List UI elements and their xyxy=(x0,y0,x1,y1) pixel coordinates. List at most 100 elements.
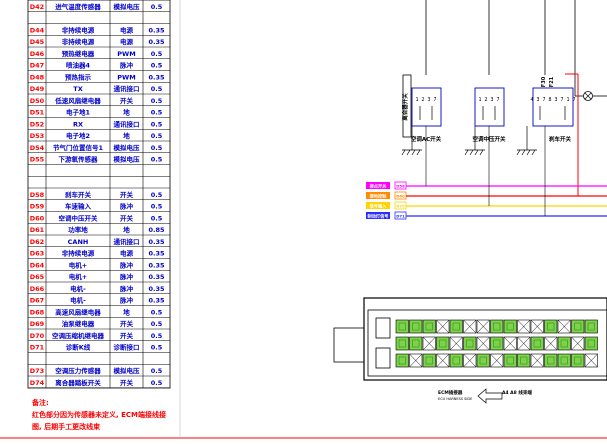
pin-function: 高速风扇继电器 xyxy=(55,307,101,316)
signal-pin-label: D60 xyxy=(396,194,405,199)
pin-signal-type: 脉冲 xyxy=(119,61,134,70)
connector-cavity xyxy=(395,353,409,368)
pin-id: D61 xyxy=(30,226,45,234)
connector-caption: ECM插接器 xyxy=(438,389,463,396)
pin-wire-size: 0.5 xyxy=(151,144,163,152)
pin-signal-type: 模拟电压 xyxy=(114,2,141,11)
pin-id: D66 xyxy=(30,285,45,293)
pin-function: 离合器踏板开关 xyxy=(55,378,101,387)
pin-id: D62 xyxy=(30,238,44,246)
pin-function: 下游氧传感器 xyxy=(59,155,99,164)
notes-line-2: 图, 后期手工更改线束 xyxy=(32,422,101,431)
pin-id: D65 xyxy=(30,273,45,281)
connector-cavity xyxy=(395,319,409,334)
pin-signal-type: PWM xyxy=(117,50,135,58)
pin-id: D63 xyxy=(30,250,44,258)
pin-signal-type: 地 xyxy=(123,108,130,117)
pin-signal-type: 通讯接口 xyxy=(114,119,140,128)
pin-signal-type: 开关 xyxy=(120,331,134,340)
wiring-diagram: D42 进气温度传感器 模拟电压 0.5D44 非持续电源 电源 0.35D45 非持续电源电… xyxy=(0,0,607,439)
pin-wire-size: 0.5 xyxy=(151,367,163,375)
pin-function: 预热继电器 xyxy=(62,49,95,58)
pin-id: D69 xyxy=(30,320,45,328)
pin-wire-size: 0.5 xyxy=(151,308,163,316)
pin-function: 空调中压开关 xyxy=(59,213,99,222)
pin-signal-type: 开关 xyxy=(120,319,134,328)
pin-wire-size: 0.5 xyxy=(151,3,163,11)
pin-signal-type: 开关 xyxy=(120,213,134,222)
connector-cavity xyxy=(584,336,598,351)
pin-wire-size: 0.85 xyxy=(148,226,165,234)
fuse-tag: F21 xyxy=(549,76,555,87)
connector-cavity xyxy=(395,336,409,351)
connector-caption-right: A4 A8 线束端 xyxy=(502,389,532,396)
ac-midpressure-switch: 1 2 3 7 空调中压开关 xyxy=(464,87,506,156)
pin-id: D58 xyxy=(30,191,45,199)
pin-id: D70 xyxy=(30,332,45,340)
switch-label: 刹车开关 xyxy=(549,135,572,143)
connector-cavity xyxy=(449,319,463,334)
pin-wire-size: 0.35 xyxy=(148,250,165,258)
pin-id: D50 xyxy=(30,97,45,105)
pin-id: D54 xyxy=(30,144,45,152)
pin-id: D53 xyxy=(30,132,44,140)
pin-wire-size: 0.35 xyxy=(148,238,165,246)
pin-signal-type: 通讯接口 xyxy=(114,84,140,93)
pin-function: 空调压力传感器 xyxy=(55,366,101,375)
connector-cavity xyxy=(584,319,598,334)
pin-signal-type: 开关 xyxy=(120,190,134,199)
pin-signal-type: 脉冲 xyxy=(119,260,134,269)
connector-cavity xyxy=(571,319,585,334)
pin-function: 低速风扇继电器 xyxy=(54,96,101,105)
connector-cavity xyxy=(409,336,423,351)
pin-function: 非持续电源 xyxy=(62,249,95,258)
ground-symbol xyxy=(401,149,422,156)
brake-switch: F30 F21 4 3 7 8 3 7 1 7 刹车开关 xyxy=(516,0,607,196)
switch-pins: 4 3 7 8 3 7 1 7 xyxy=(530,97,575,103)
pin-wire-size: 0.35 xyxy=(148,261,165,269)
pin-wire-size: 0.35 xyxy=(148,297,165,305)
pin-wire-size: 0.5 xyxy=(151,132,163,140)
pin-id: D51 xyxy=(30,109,45,117)
pin-function: 车速输入 xyxy=(65,202,92,211)
connector-cavity xyxy=(490,336,504,351)
pin-function: TX xyxy=(73,85,82,93)
pin-signal-type: 脉冲 xyxy=(119,202,134,211)
pin-table: D42 进气温度传感器 模拟电压 0.5D44 非持续电源 电源 0.35D45 非持续电源电… xyxy=(27,0,171,389)
switch-box xyxy=(532,87,574,127)
pin-function: 预热指示 xyxy=(65,72,92,81)
pin-signal-type: 地 xyxy=(123,225,130,234)
table-frame xyxy=(27,0,171,389)
pin-function: 喷油器4 xyxy=(66,61,91,70)
pin-function: 非持续电源 xyxy=(62,37,95,46)
pin-id: D68 xyxy=(30,308,45,316)
pin-function: 进气温度传感器 xyxy=(55,2,101,11)
pin-wire-size: 0.5 xyxy=(151,85,163,93)
connector-cavity xyxy=(463,336,477,351)
pin-signal-type: 模拟电压 xyxy=(114,366,141,375)
notes-block: 备注: 红色部分因为传感器未定义, ECM端接线接 图, 后期手工更改线束 xyxy=(31,398,166,431)
connector-subcaption: ECU HARNESS SIDE xyxy=(438,397,472,401)
pin-function: 电机+ xyxy=(69,260,87,269)
pin-signal-type: 电源 xyxy=(120,249,134,258)
pin-id: D46 xyxy=(30,50,45,58)
pin-wire-size: 0.5 xyxy=(151,62,163,70)
pin-function: 油泵继电器 xyxy=(62,319,95,328)
connector-cavity xyxy=(503,319,517,334)
pin-wire-size: 0.35 xyxy=(148,26,165,34)
connector-cavity xyxy=(517,353,531,368)
direction-arrow-icon xyxy=(477,388,503,404)
pin-wire-size: 0.35 xyxy=(148,73,165,81)
pin-id: D74 xyxy=(30,379,45,387)
side-switch-label: 离合器开关 xyxy=(401,93,409,121)
signal-tag-label: 制动灯信号 xyxy=(368,213,389,220)
pin-signal-type: 开关 xyxy=(120,96,134,105)
pin-function: CANH xyxy=(68,238,89,246)
pin-function: 电机+ xyxy=(69,272,87,281)
pin-function: 电子地2 xyxy=(66,131,90,140)
pin-id: D64 xyxy=(30,261,45,269)
pin-function: 空调压缩机继电器 xyxy=(52,331,105,340)
pin-id: D42 xyxy=(30,3,44,11)
connector-cavity xyxy=(409,319,423,334)
ac-switch: 离合器开关 1 2 3 7 空调AC开关 xyxy=(401,74,442,156)
